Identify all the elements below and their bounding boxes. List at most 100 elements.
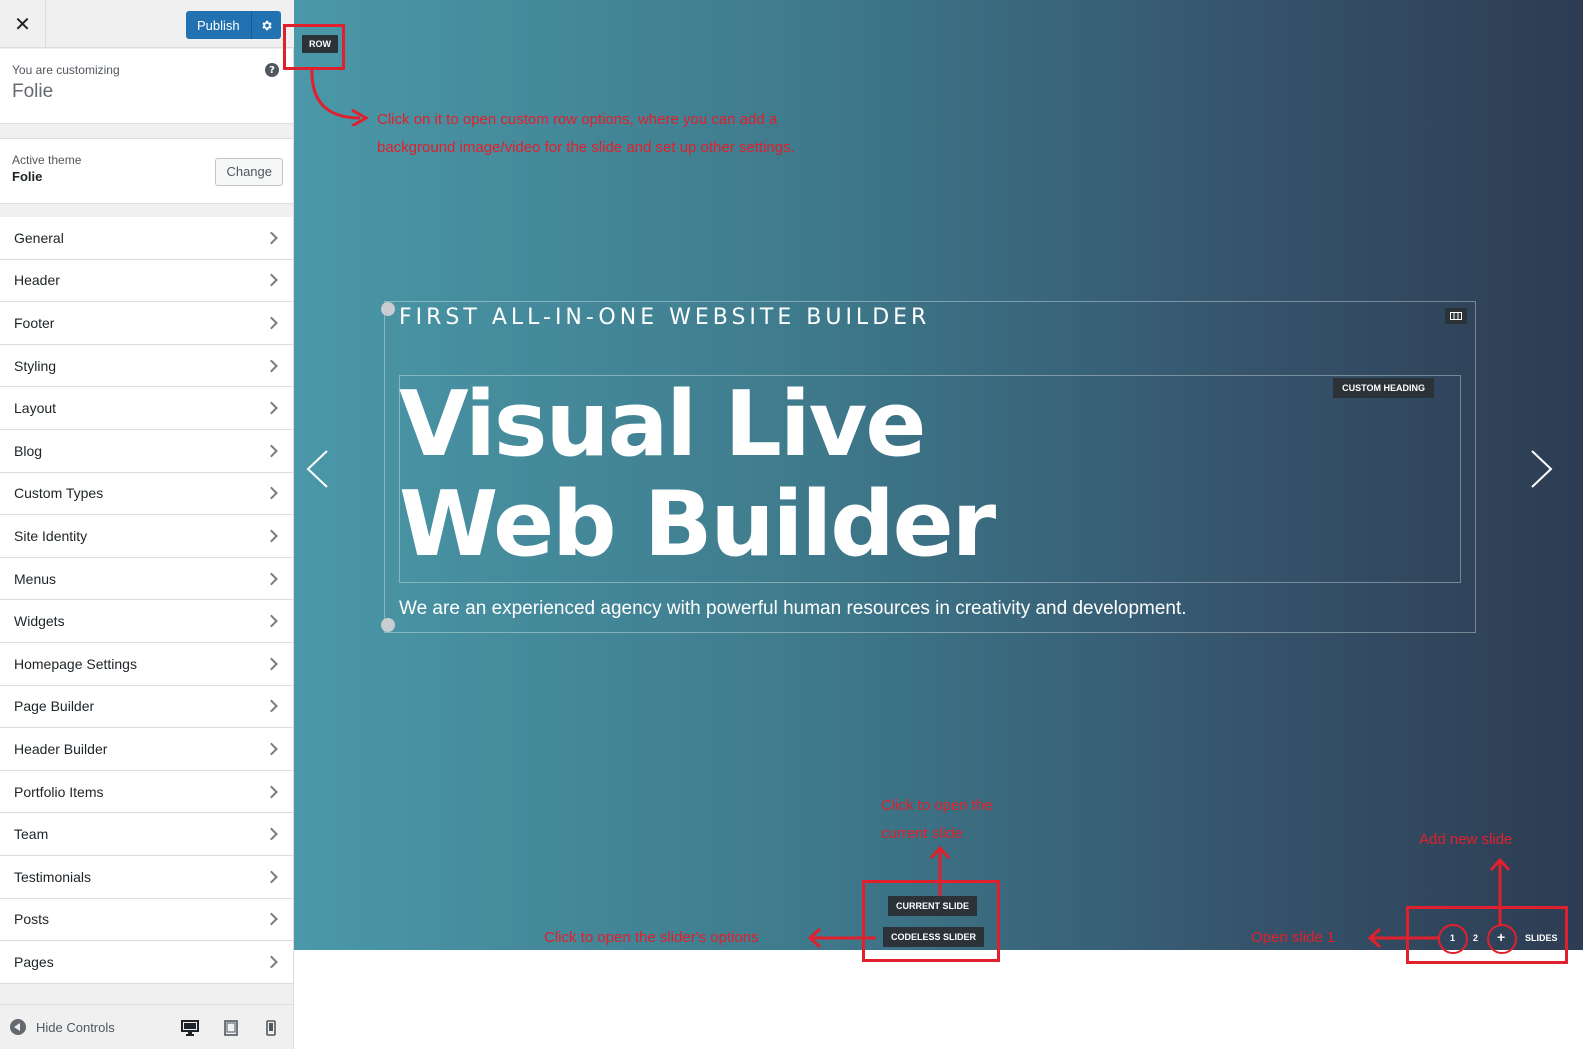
menu-item-layout[interactable]: Layout [0,387,293,430]
chevron-right-icon [265,785,278,798]
columns-icon[interactable] [1445,308,1467,324]
chevron-right-icon [265,316,278,330]
hero-heading-line1: Visual Live [399,372,926,477]
menu-item-header[interactable]: Header [0,259,293,303]
menu-item-site-identity[interactable]: Site Identity [0,515,293,558]
menu-item-label: Homepage Settings [14,655,137,672]
prev-slide-arrow-icon[interactable] [304,449,330,489]
menu-item-portfolio-items[interactable]: Portfolio Items [0,770,293,814]
slides-label: SLIDES [1525,933,1558,943]
help-icon[interactable]: ? [265,63,279,77]
slide-1-button[interactable]: 1 [1450,933,1455,943]
hero-heading-line2: Web Builder [399,472,996,577]
menu-item-custom-types[interactable]: Custom Types [0,472,293,516]
menu-item-label: General [14,229,64,246]
menu-item-label: Styling [14,357,57,374]
menu-item-label: Layout [14,400,57,417]
current-slide-button[interactable]: CURRENT SLIDE [888,896,978,916]
menu-item-general[interactable]: General [0,217,293,260]
customizing-info: You are customizing Folie ? [0,49,293,124]
close-icon: ✕ [14,12,31,36]
menu-item-testimonials[interactable]: Testimonials [0,855,293,899]
chevron-right-icon [265,359,278,372]
customizer-footer: Hide Controls [0,1004,293,1049]
publish-settings-button[interactable] [250,11,281,39]
menu-item-page-builder[interactable]: Page Builder [0,685,293,729]
hide-controls-button[interactable]: Hide Controls [10,1019,115,1035]
desktop-icon[interactable] [181,1020,199,1036]
menu-item-label: Header Builder [14,740,108,757]
columns-glyph [1450,312,1462,320]
chevron-right-icon [265,955,278,969]
menu-item-pages[interactable]: Pages [0,941,293,984]
menu-item-label: Header [14,272,60,289]
add-slide-button[interactable]: + [1497,929,1505,945]
chevron-right-icon [265,657,278,671]
resize-handle-top[interactable] [381,302,395,316]
menu-item-styling[interactable]: Styling [0,344,293,388]
annotation-current-line1: Click to open the [881,797,993,814]
chevron-right-icon [265,870,278,884]
chevron-right-icon [265,529,278,543]
slide-2-button[interactable]: 2 [1473,933,1478,943]
next-slide-arrow-icon[interactable] [1529,449,1555,489]
annotation-highlight [862,880,1000,962]
menu-item-label: Widgets [14,613,65,630]
resize-handle-bottom[interactable] [381,618,395,632]
menu-item-label: Portfolio Items [14,783,104,800]
gear-icon [262,20,272,30]
chevron-right-icon [265,401,278,415]
annotation-arrow [310,67,370,126]
chevron-right-icon [265,274,278,287]
menu-item-label: Posts [14,911,50,928]
menu-item-label: Team [14,826,49,843]
menu-item-label: Page Builder [14,698,95,715]
annotation-row-line2: background image/video for the slide and… [377,139,795,156]
menu-item-posts[interactable]: Posts [0,898,293,942]
custom-heading-badge[interactable]: CUSTOM HEADING [1333,378,1434,398]
customizing-label: You are customizing [12,63,120,77]
menu-item-label: Pages [14,953,54,970]
chevron-right-icon [265,912,278,926]
menu-item-label: Menus [14,570,57,587]
customizer-sidebar: ✕ Publish You are customizing Folie ? Ac… [0,0,294,1049]
chevron-right-icon [265,231,278,245]
mobile-icon[interactable] [266,1020,276,1036]
row-options-badge[interactable]: ROW [302,35,338,53]
menu-item-blog[interactable]: Blog [0,429,293,473]
chevron-right-icon [265,572,278,585]
annotation-add-new-slide: Add new slide [1419,831,1513,848]
chevron-right-icon [265,486,278,500]
menu-item-header-builder[interactable]: Header Builder [0,728,293,771]
publish-group: Publish [186,11,281,39]
close-customizer-button[interactable]: ✕ [0,0,46,48]
chevron-right-icon [265,614,278,628]
hide-controls-label: Hide Controls [36,1019,115,1035]
publish-button[interactable]: Publish [186,11,251,39]
hero-heading: Visual Live Web Builder [399,375,1299,575]
hero-eyebrow: FIRST ALL-IN-ONE WEBSITE BUILDER [399,305,931,330]
change-theme-button[interactable]: Change [215,158,283,186]
hero-slider: ROW Click on it to open custom row optio… [283,0,1583,962]
chevron-right-icon [265,444,278,458]
menu-item-menus[interactable]: Menus [0,557,293,601]
annotation-open-slide-1: Open slide 1 [1251,929,1336,946]
hero-subtext: We are an experienced agency with powerf… [399,598,1187,619]
customizer-header: ✕ Publish [0,0,294,48]
menu-item-homepage-settings[interactable]: Homepage Settings [0,642,293,686]
collapse-icon [10,1019,26,1035]
menu-item-footer[interactable]: Footer [0,302,293,345]
site-preview: ROW Click on it to open custom row optio… [283,0,1583,1049]
chevron-right-icon [265,699,278,713]
codeless-slider-button[interactable]: CODELESS SLIDER [883,927,985,947]
annotation-row-line1: Click on it to open custom row options, … [377,111,778,128]
menu-item-widgets[interactable]: Widgets [0,600,293,643]
customizer-menu: General Header Footer Styling Layout Blo… [0,217,293,984]
tablet-icon[interactable] [224,1020,238,1036]
annotation-arrow-left [807,927,876,949]
menu-item-label: Custom Types [14,485,104,502]
annotation-slider-options: Click to open the slider's options [544,929,759,946]
menu-item-team[interactable]: Team [0,813,293,856]
chevron-right-icon [265,827,278,841]
site-name: Folie [12,81,54,102]
